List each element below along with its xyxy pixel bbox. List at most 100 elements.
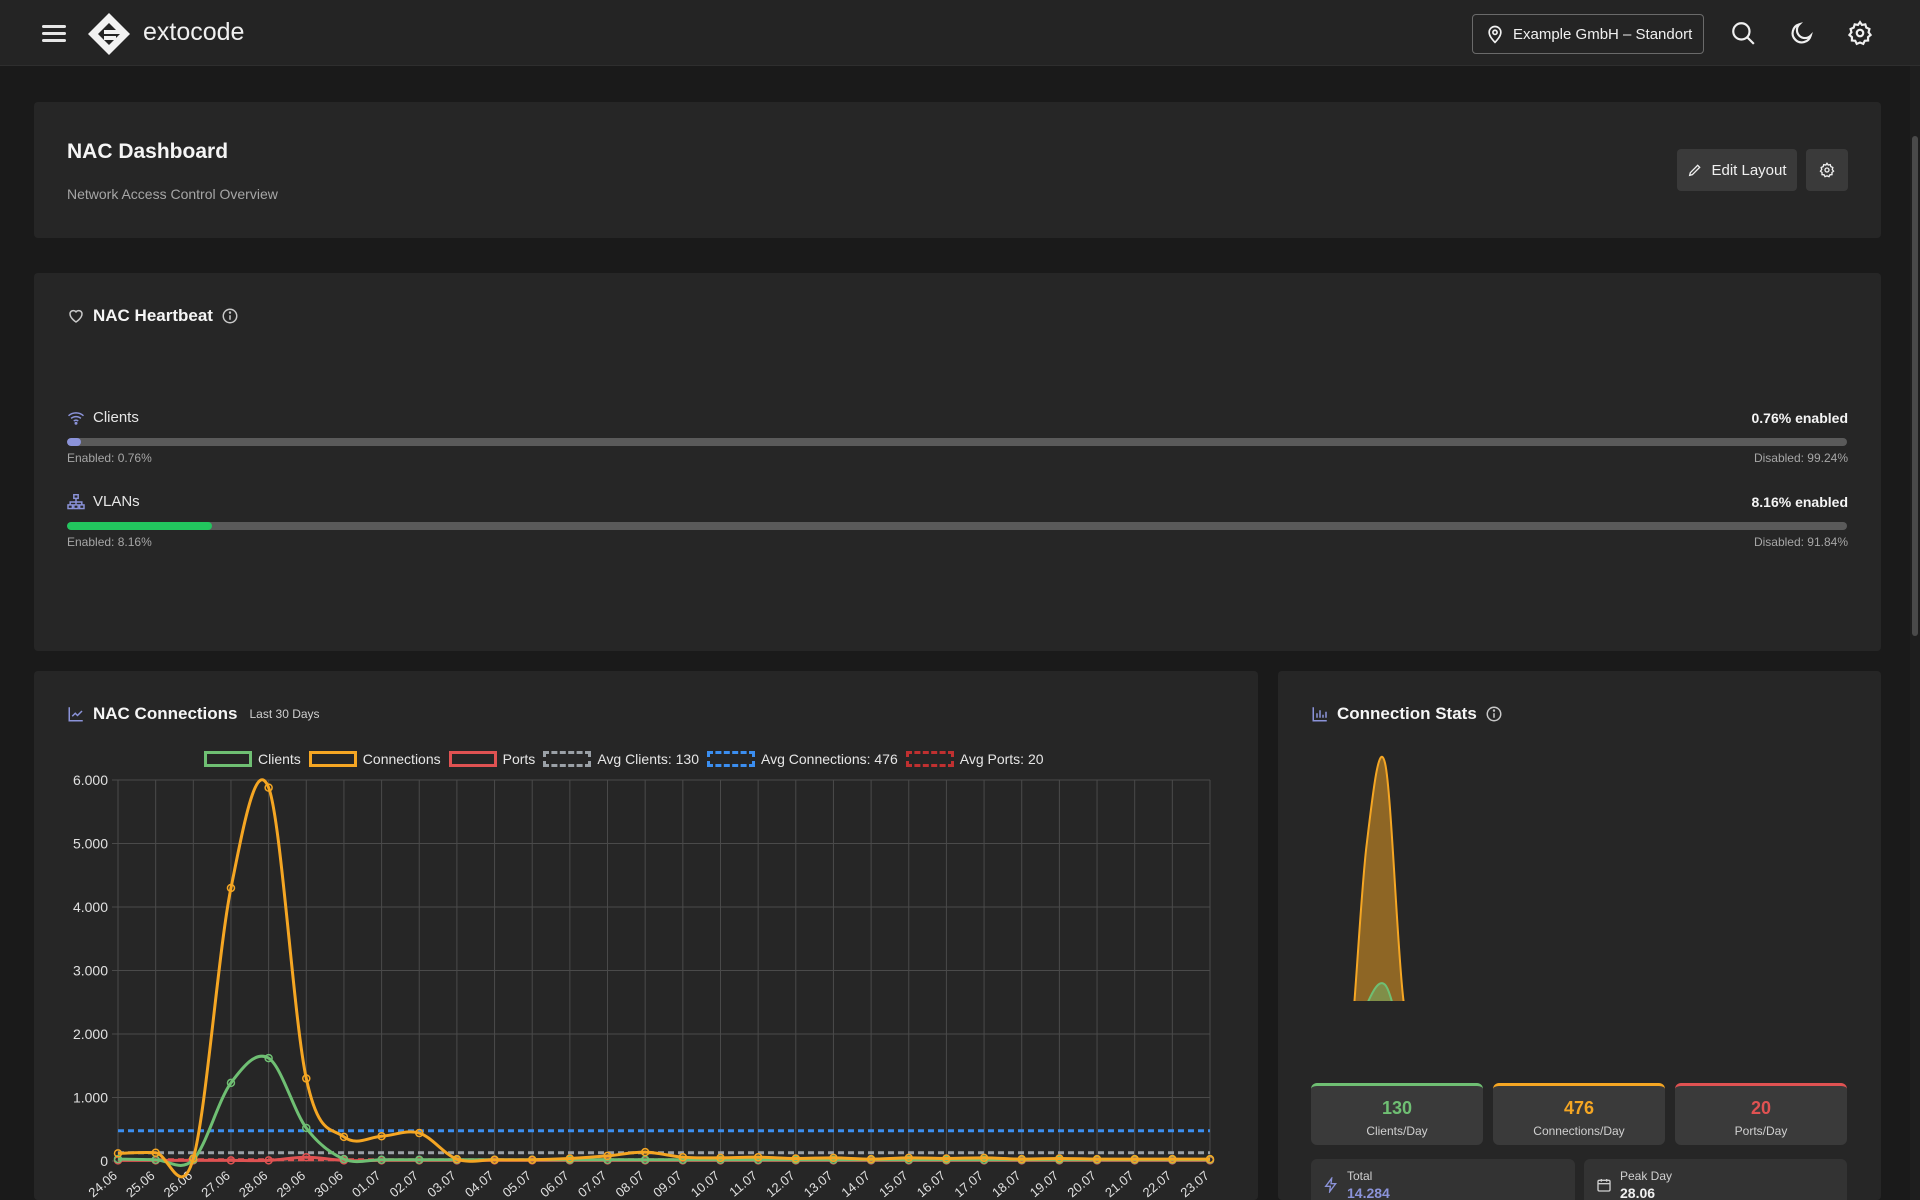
clients-label-text: Clients [93,409,139,426]
total-label: Total [1347,1169,1373,1183]
x-tick-label: 20.07 [1064,1168,1099,1200]
site-selector-label: Example GmbH – Standort [1513,25,1693,43]
x-tick-label: 08.07 [613,1168,648,1200]
clients-percent-enabled: 0.76% enabled [1751,410,1849,426]
site-selector[interactable]: Example GmbH – Standort [1472,14,1704,54]
heartbeat-clients-label: Clients [67,409,139,426]
sparkline-area-connections [1354,756,1404,1001]
connection-stats-card: Connection Stats 130 Clients/Day 476 Con… [1278,671,1881,1200]
x-tick-label: 21.07 [1102,1168,1137,1200]
clients-disabled-text: Disabled: 99.24% [1753,451,1848,465]
total-value: 14.284 [1347,1185,1390,1200]
top-bar: extocode Example GmbH – Standort [0,0,1920,66]
search-icon[interactable] [1730,20,1756,46]
edit-layout-button[interactable]: Edit Layout [1677,149,1797,191]
x-tick-label: 29.06 [274,1168,309,1200]
clients-per-day-box: 130 Clients/Day [1311,1083,1483,1145]
location-pin-icon [1488,25,1502,44]
vlans-percent-enabled: 8.16% enabled [1751,494,1849,510]
y-tick-label: 3.000 [73,963,108,979]
pencil-icon [1689,164,1702,177]
x-tick-label: 19.07 [1027,1168,1062,1200]
brand-name: extocode [143,18,245,46]
y-tick-label: 4.000 [73,899,108,915]
total-box: Total 14.284 [1311,1159,1575,1200]
extocode-logo[interactable] [86,11,132,57]
calendar-icon [1597,1179,1611,1192]
connections-line-chart: 0 1.000 2.000 3.000 4.000 5.000 6.000 24.06 25.0… [73,772,1215,1200]
y-tick-label: 6.000 [73,772,108,788]
x-tick-label: 22.07 [1140,1168,1175,1200]
clients-progress-fill [67,438,81,446]
x-tick-label: 18.07 [989,1168,1024,1200]
peak-day-value: 28.06 [1620,1185,1656,1200]
ports-per-day-label: Ports/Day [1734,1124,1788,1138]
hamburger-menu-icon[interactable] [40,21,68,45]
info-icon[interactable] [221,307,239,325]
clients-per-day-label: Clients/Day [1366,1124,1428,1138]
x-tick-label: 04.07 [462,1168,497,1200]
heart-icon [69,309,83,323]
dark-mode-moon-icon[interactable] [1789,20,1815,46]
peak-day-label: Peak Day [1620,1169,1673,1183]
x-tick-label: 15.07 [876,1168,911,1200]
series-line-clients [117,1054,1210,1167]
y-tick-label: 1.000 [73,1090,108,1106]
x-tick-label: 06.07 [537,1168,572,1200]
x-tick-label: 14.07 [838,1168,873,1200]
wifi-icon [68,411,84,425]
page-title: NAC Dashboard [67,140,229,163]
x-tick-label: 17.07 [951,1168,986,1200]
heartbeat-vlans-label: VLANs [67,493,140,510]
nac-connections-card: NAC Connections Last 30 Days Clients Con… [34,671,1258,1200]
x-tick-label: 12.07 [763,1168,798,1200]
x-tick-label: 03.07 [424,1168,459,1200]
scrollbar-thumb[interactable] [1912,136,1918,636]
x-tick-label: 26.06 [161,1168,196,1200]
x-tick-label: 27.06 [198,1168,233,1200]
x-tick-label: 05.07 [500,1168,535,1200]
series-line-connections [117,778,1210,1179]
clients-enabled-text: Enabled: 0.76% [67,451,152,465]
peak-day-box: Peak Day 28.06 [1584,1159,1847,1200]
lightning-icon [1324,1177,1337,1193]
x-tick-label: 09.07 [650,1168,685,1200]
vlans-progress-fill [67,522,213,530]
vlans-label-text: VLANs [93,493,140,510]
x-tick-label: 11.07 [726,1168,760,1200]
dashboard-settings-button[interactable] [1806,149,1848,191]
x-tick-label: 13.07 [801,1168,836,1200]
page-subtitle: Network Access Control Overview [67,186,278,202]
connections-per-day-value: 476 [1563,1098,1595,1118]
clients-progress-bar [67,438,1847,446]
y-tick-label: 2.000 [73,1026,108,1042]
stats-area-sparkline [1353,755,1405,1001]
x-tick-label: 28.06 [236,1168,271,1200]
connections-per-day-label: Connections/Day [1533,1124,1625,1138]
vlans-progress-bar [67,522,1847,530]
ports-per-day-value: 20 [1750,1098,1772,1118]
heartbeat-title: NAC Heartbeat [67,306,247,326]
x-tick-label: 23.07 [1177,1168,1212,1200]
x-tick-label: 10.07 [688,1168,723,1200]
dashboard-header-card: NAC Dashboard Network Access Control Ove… [34,102,1881,238]
x-tick-label: 02.07 [387,1168,422,1200]
network-hierarchy-icon [67,493,85,509]
gear-icon [1819,162,1835,178]
x-tick-label: 01.07 [349,1168,384,1200]
nac-heartbeat-card: NAC Heartbeat Clients 0.76% enabled Enab… [34,273,1881,651]
x-tick-label: 30.06 [311,1168,346,1200]
page-scrollbar[interactable] [1910,66,1920,1200]
x-tick-label: 16.07 [914,1168,949,1200]
edit-layout-label: Edit Layout [1711,161,1787,179]
heartbeat-title-label: NAC Heartbeat [93,306,213,325]
connections-per-day-box: 476 Connections/Day [1493,1083,1665,1145]
vlans-enabled-text: Enabled: 8.16% [67,535,152,549]
y-tick-label: 0 [100,1153,108,1169]
ports-per-day-box: 20 Ports/Day [1675,1083,1847,1145]
y-tick-label: 5.000 [73,836,108,852]
settings-gear-icon[interactable] [1847,20,1873,46]
x-tick-label: 07.07 [575,1168,610,1200]
x-tick-label: 24.06 [85,1168,120,1200]
vlans-disabled-text: Disabled: 91.84% [1753,535,1848,549]
